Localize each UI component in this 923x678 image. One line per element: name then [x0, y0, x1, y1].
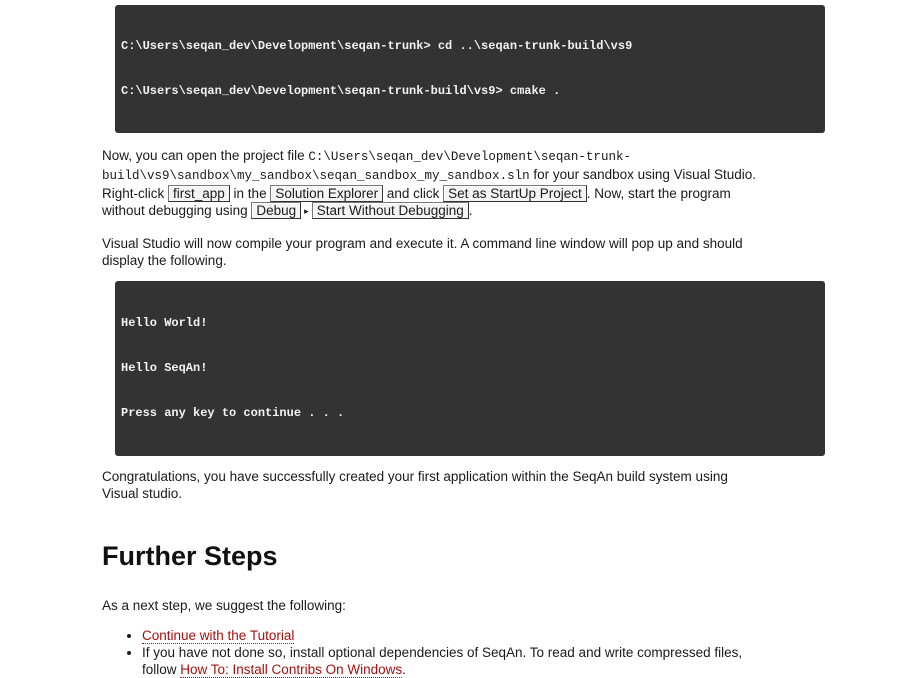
code-line: C:\Users\seqan_dev\Development\seqan-tru… — [121, 39, 633, 53]
code-line: Press any key to continue . . . — [121, 405, 345, 420]
code-line: C:\Users\seqan_dev\Development\seqan-tru… — [121, 84, 561, 98]
document-content: C:\Users\seqan_dev\Development\seqan-tru… — [102, 0, 837, 678]
code-line: Hello World! — [121, 315, 208, 330]
link-continue-tutorial[interactable]: Continue with the Tutorial — [142, 627, 295, 644]
paragraph-congratulations: Congratulations, you have successfully c… — [102, 468, 728, 501]
list-item: Continue with the Tutorial — [142, 627, 837, 644]
gui-label-solution-explorer: Solution Explorer — [270, 185, 384, 202]
gui-label-set-startup: Set as StartUp Project — [443, 185, 587, 202]
list-item: If you have not done so, install optiona… — [142, 644, 837, 678]
code-block-cmake: C:\Users\seqan_dev\Development\seqan-tru… — [115, 5, 825, 133]
code-block-output: Hello World! Hello SeqAn! Press any key … — [115, 280, 825, 456]
code-line: Hello SeqAn! — [121, 360, 208, 375]
paragraph-next-step: As a next step, we suggest the following… — [102, 597, 346, 613]
paragraph-open-project: Now, you can open the project file C:\Us… — [102, 148, 756, 219]
gui-label-first-app: first_app — [168, 185, 230, 202]
heading-further-steps: Further Steps — [102, 540, 278, 571]
path-code: C:\Users\seqan_dev\Development\seqan-tru… — [308, 150, 631, 164]
further-steps-list: Continue with the Tutorial If you have n… — [102, 627, 837, 678]
gui-label-debug: Debug — [251, 202, 302, 219]
menu-arrow-icon: ▸ — [304, 205, 309, 216]
gui-label-start-without-debugging: Start Without Debugging — [311, 202, 469, 219]
path-code: build\vs9\sandbox\my_sandbox\seqan_sandb… — [102, 169, 530, 183]
link-install-contribs[interactable]: How To: Install Contribs On Windows — [180, 661, 403, 678]
paragraph-compile: Visual Studio will now compile your prog… — [102, 235, 743, 268]
